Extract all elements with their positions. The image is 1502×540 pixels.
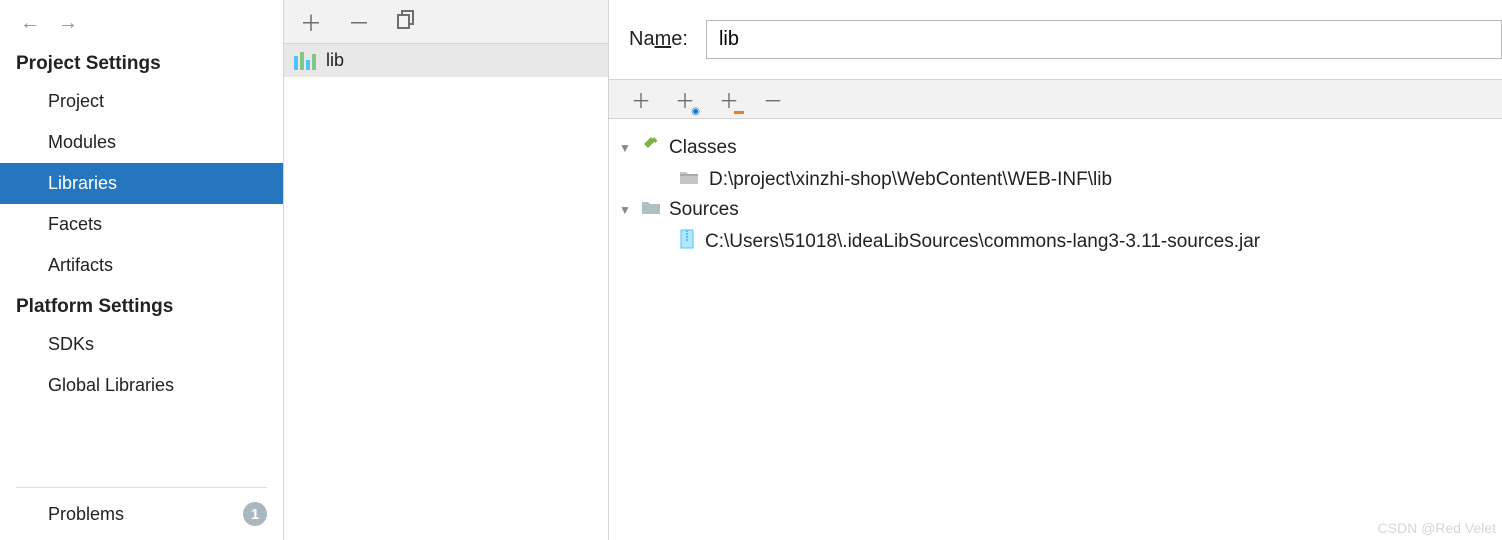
libraries-toolbar: ＋ － [284, 0, 608, 44]
add-icon[interactable]: ＋ [631, 85, 651, 114]
expander-icon[interactable]: ▼ [619, 141, 633, 155]
sidebar-item-artifacts[interactable]: Artifacts [0, 245, 283, 286]
library-icon [294, 52, 316, 70]
libraries-list-panel: ＋ － lib [284, 0, 609, 540]
problems-label: Problems [48, 504, 124, 525]
settings-sidebar: ← → Project Settings Project Modules Lib… [0, 0, 284, 540]
name-row: Name: [609, 0, 1502, 79]
library-roots-tree: ▼ Classes D:\project\xinzhi-shop\WebCont… [609, 119, 1502, 271]
sidebar-item-global-libraries[interactable]: Global Libraries [0, 365, 283, 406]
sidebar-item-facets[interactable]: Facets [0, 204, 283, 245]
add-icon[interactable]: ＋ [300, 6, 322, 38]
expander-icon[interactable]: ▼ [619, 203, 633, 217]
sources-folder-icon [641, 199, 661, 221]
hammer-icon [641, 135, 661, 161]
archive-icon [679, 229, 695, 255]
watermark: CSDN @Red Velet [1378, 520, 1496, 536]
tree-item-classes-path[interactable]: D:\project\xinzhi-shop\WebContent\WEB-IN… [619, 165, 1492, 195]
tree-node-label: Sources [669, 199, 739, 221]
problems-count-badge: 1 [243, 502, 267, 526]
path-text: D:\project\xinzhi-shop\WebContent\WEB-IN… [709, 169, 1112, 191]
library-item-lib[interactable]: lib [284, 44, 608, 77]
forward-icon[interactable]: → [58, 12, 78, 35]
name-label: Name: [629, 28, 688, 51]
path-text: C:\Users\51018\.ideaLibSources\commons-l… [705, 231, 1260, 253]
library-item-label: lib [326, 50, 344, 71]
nav-arrows: ← → [0, 0, 283, 43]
tree-node-label: Classes [669, 137, 737, 159]
sidebar-item-libraries[interactable]: Libraries [0, 163, 283, 204]
copy-icon[interactable] [396, 9, 416, 35]
library-name-input[interactable] [706, 20, 1502, 59]
tree-node-classes[interactable]: ▼ Classes [619, 131, 1492, 165]
sidebar-item-project[interactable]: Project [0, 81, 283, 122]
sidebar-item-sdks[interactable]: SDKs [0, 324, 283, 365]
back-icon[interactable]: ← [20, 12, 40, 35]
folder-icon [679, 169, 699, 191]
library-detail-panel: Name: ＋ ＋◉ ＋▬ － ▼ Classes D:\project\xin… [609, 0, 1502, 540]
platform-settings-heading: Platform Settings [0, 286, 283, 324]
remove-icon[interactable]: － [763, 85, 783, 114]
remove-icon[interactable]: － [348, 6, 370, 38]
project-settings-heading: Project Settings [0, 43, 283, 81]
add-folder-icon[interactable]: ＋▬ [719, 85, 739, 114]
add-from-web-icon[interactable]: ＋◉ [675, 85, 695, 114]
tree-item-sources-path[interactable]: C:\Users\51018\.ideaLibSources\commons-l… [619, 225, 1492, 259]
library-detail-toolbar: ＋ ＋◉ ＋▬ － [609, 79, 1502, 119]
sidebar-item-problems[interactable]: Problems 1 [0, 488, 283, 540]
tree-node-sources[interactable]: ▼ Sources [619, 195, 1492, 225]
sidebar-item-modules[interactable]: Modules [0, 122, 283, 163]
